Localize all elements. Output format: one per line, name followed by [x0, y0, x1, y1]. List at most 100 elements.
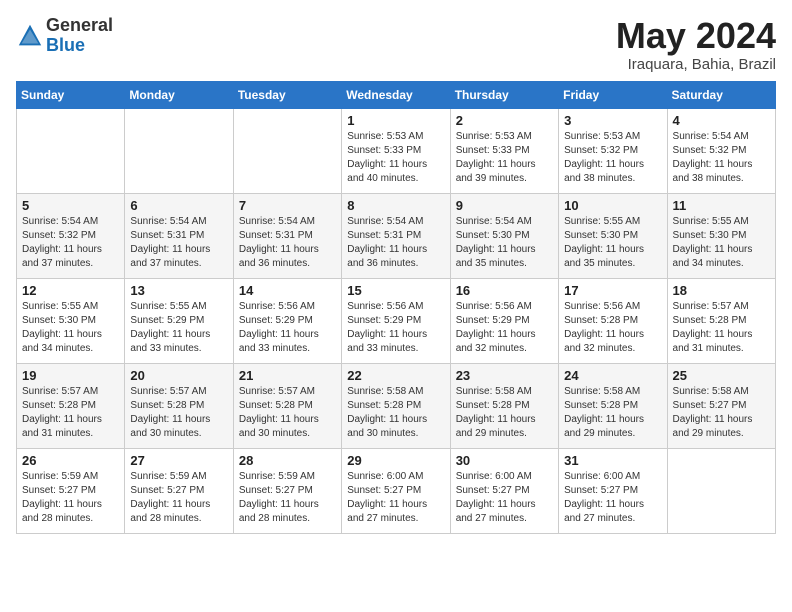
day-info: Sunrise: 5:57 AMSunset: 5:28 PMDaylight:…	[673, 300, 770, 356]
calendar-cell: 10Sunrise: 5:55 AMSunset: 5:30 PMDayligh…	[559, 193, 667, 278]
header-thursday: Thursday	[450, 81, 558, 108]
calendar-cell	[17, 108, 125, 193]
calendar-cell: 18 Sunrise: 5:57 AMSunset: 5:28 PMDayligh…	[667, 278, 775, 363]
calendar-cell: 21Sunrise: 5:57 AMSunset: 5:28 PMDayligh…	[233, 363, 341, 448]
calendar-cell: 25 Sunrise: 5:58 AMSunset: 5:27 PMDayligh…	[667, 363, 775, 448]
week-row-0: 1 Sunrise: 5:53 AMSunset: 5:33 PMDaylight…	[17, 108, 776, 193]
calendar-cell: 14 Sunrise: 5:56 AMSunset: 5:29 PMDayligh…	[233, 278, 341, 363]
day-info: Sunrise: 5:58 AMSunset: 5:28 PMDaylight:…	[564, 385, 661, 441]
day-info: Sunrise: 5:54 AMSunset: 5:32 PMDaylight:…	[22, 215, 119, 271]
day-info: Sunrise: 6:00 AMSunset: 5:27 PMDaylight:…	[347, 470, 444, 526]
day-info: Sunrise: 5:54 AMSunset: 5:31 PMDaylight:…	[239, 215, 336, 271]
day-number: 27	[130, 453, 227, 468]
calendar-cell: 7Sunrise: 5:54 AMSunset: 5:31 PMDaylight…	[233, 193, 341, 278]
day-number: 9	[456, 198, 553, 213]
day-number: 4	[673, 113, 770, 128]
day-number: 11	[673, 198, 770, 213]
calendar-cell: 31Sunrise: 6:00 AMSunset: 5:27 PMDayligh…	[559, 448, 667, 533]
day-number: 19	[22, 368, 119, 383]
calendar-cell: 28 Sunrise: 5:59 AMSunset: 5:27 PMDayligh…	[233, 448, 341, 533]
day-number: 26	[22, 453, 119, 468]
day-number: 13	[130, 283, 227, 298]
calendar-cell: 19 Sunrise: 5:57 AMSunset: 5:28 PMDayligh…	[17, 363, 125, 448]
calendar-cell	[125, 108, 233, 193]
day-number: 5	[22, 198, 119, 213]
calendar-cell: 27 Sunrise: 5:59 AMSunset: 5:27 PMDayligh…	[125, 448, 233, 533]
calendar-header-row: SundayMondayTuesdayWednesdayThursdayFrid…	[17, 81, 776, 108]
header-friday: Friday	[559, 81, 667, 108]
logo: General Blue	[16, 16, 113, 56]
day-info: Sunrise: 5:56 AMSunset: 5:29 PMDaylight:…	[239, 300, 336, 356]
day-number: 25	[673, 368, 770, 383]
calendar-table: SundayMondayTuesdayWednesdayThursdayFrid…	[16, 81, 776, 534]
header-tuesday: Tuesday	[233, 81, 341, 108]
day-number: 20	[130, 368, 227, 383]
month-title: May 2024	[616, 16, 776, 56]
day-number: 8	[347, 198, 444, 213]
day-info: Sunrise: 5:55 AMSunset: 5:30 PMDaylight:…	[22, 300, 119, 356]
day-number: 29	[347, 453, 444, 468]
day-info: Sunrise: 5:56 AMSunset: 5:29 PMDaylight:…	[456, 300, 553, 356]
calendar-cell: 23Sunrise: 5:58 AMSunset: 5:28 PMDayligh…	[450, 363, 558, 448]
header-monday: Monday	[125, 81, 233, 108]
day-number: 22	[347, 368, 444, 383]
day-info: Sunrise: 5:53 AMSunset: 5:33 PMDaylight:…	[456, 130, 553, 186]
day-info: Sunrise: 5:54 AMSunset: 5:32 PMDaylight:…	[673, 130, 770, 186]
week-row-4: 26 Sunrise: 5:59 AMSunset: 5:27 PMDayligh…	[17, 448, 776, 533]
calendar-cell: 12Sunrise: 5:55 AMSunset: 5:30 PMDayligh…	[17, 278, 125, 363]
day-info: Sunrise: 6:00 AMSunset: 5:27 PMDaylight:…	[564, 470, 661, 526]
logo-general: General	[46, 16, 113, 36]
day-info: Sunrise: 5:56 AMSunset: 5:29 PMDaylight:…	[347, 300, 444, 356]
day-info: Sunrise: 5:57 AMSunset: 5:28 PMDaylight:…	[22, 385, 119, 441]
week-row-2: 12Sunrise: 5:55 AMSunset: 5:30 PMDayligh…	[17, 278, 776, 363]
day-info: Sunrise: 5:57 AMSunset: 5:28 PMDaylight:…	[130, 385, 227, 441]
calendar-cell	[667, 448, 775, 533]
logo-blue: Blue	[46, 36, 113, 56]
page-header: General Blue May 2024 Iraquara, Bahia, B…	[16, 16, 776, 73]
calendar-cell: 8 Sunrise: 5:54 AMSunset: 5:31 PMDaylight…	[342, 193, 450, 278]
calendar-cell: 17 Sunrise: 5:56 AMSunset: 5:28 PMDayligh…	[559, 278, 667, 363]
calendar-cell: 22 Sunrise: 5:58 AMSunset: 5:28 PMDayligh…	[342, 363, 450, 448]
header-sunday: Sunday	[17, 81, 125, 108]
day-info: Sunrise: 5:55 AMSunset: 5:30 PMDaylight:…	[673, 215, 770, 271]
calendar-cell: 15 Sunrise: 5:56 AMSunset: 5:29 PMDayligh…	[342, 278, 450, 363]
calendar-cell: 13Sunrise: 5:55 AMSunset: 5:29 PMDayligh…	[125, 278, 233, 363]
week-row-1: 5 Sunrise: 5:54 AMSunset: 5:32 PMDaylight…	[17, 193, 776, 278]
day-info: Sunrise: 5:58 AMSunset: 5:27 PMDaylight:…	[673, 385, 770, 441]
day-info: Sunrise: 5:59 AMSunset: 5:27 PMDaylight:…	[130, 470, 227, 526]
calendar-cell: 30Sunrise: 6:00 AMSunset: 5:27 PMDayligh…	[450, 448, 558, 533]
day-number: 28	[239, 453, 336, 468]
calendar-cell: 5 Sunrise: 5:54 AMSunset: 5:32 PMDaylight…	[17, 193, 125, 278]
day-info: Sunrise: 5:58 AMSunset: 5:28 PMDaylight:…	[347, 385, 444, 441]
day-number: 1	[347, 113, 444, 128]
calendar-cell: 9 Sunrise: 5:54 AMSunset: 5:30 PMDaylight…	[450, 193, 558, 278]
calendar-cell	[233, 108, 341, 193]
calendar-cell: 6Sunrise: 5:54 AMSunset: 5:31 PMDaylight…	[125, 193, 233, 278]
day-number: 3	[564, 113, 661, 128]
calendar-cell: 26 Sunrise: 5:59 AMSunset: 5:27 PMDayligh…	[17, 448, 125, 533]
logo-icon	[16, 22, 44, 50]
day-info: Sunrise: 5:54 AMSunset: 5:30 PMDaylight:…	[456, 215, 553, 271]
day-number: 18	[673, 283, 770, 298]
day-number: 16	[456, 283, 553, 298]
calendar-cell: 1 Sunrise: 5:53 AMSunset: 5:33 PMDaylight…	[342, 108, 450, 193]
day-number: 15	[347, 283, 444, 298]
calendar-cell: 2Sunrise: 5:53 AMSunset: 5:33 PMDaylight…	[450, 108, 558, 193]
calendar-cell: 20 Sunrise: 5:57 AMSunset: 5:28 PMDayligh…	[125, 363, 233, 448]
day-number: 14	[239, 283, 336, 298]
day-info: Sunrise: 6:00 AMSunset: 5:27 PMDaylight:…	[456, 470, 553, 526]
location: Iraquara, Bahia, Brazil	[616, 56, 776, 73]
calendar-cell: 4 Sunrise: 5:54 AMSunset: 5:32 PMDaylight…	[667, 108, 775, 193]
day-number: 17	[564, 283, 661, 298]
day-info: Sunrise: 5:57 AMSunset: 5:28 PMDaylight:…	[239, 385, 336, 441]
calendar-cell: 16 Sunrise: 5:56 AMSunset: 5:29 PMDayligh…	[450, 278, 558, 363]
calendar-cell: 24Sunrise: 5:58 AMSunset: 5:28 PMDayligh…	[559, 363, 667, 448]
logo-text: General Blue	[46, 16, 113, 56]
day-info: Sunrise: 5:56 AMSunset: 5:28 PMDaylight:…	[564, 300, 661, 356]
day-info: Sunrise: 5:59 AMSunset: 5:27 PMDaylight:…	[22, 470, 119, 526]
day-number: 23	[456, 368, 553, 383]
day-info: Sunrise: 5:53 AMSunset: 5:33 PMDaylight:…	[347, 130, 444, 186]
week-row-3: 19 Sunrise: 5:57 AMSunset: 5:28 PMDayligh…	[17, 363, 776, 448]
day-info: Sunrise: 5:59 AMSunset: 5:27 PMDaylight:…	[239, 470, 336, 526]
day-info: Sunrise: 5:54 AMSunset: 5:31 PMDaylight:…	[347, 215, 444, 271]
